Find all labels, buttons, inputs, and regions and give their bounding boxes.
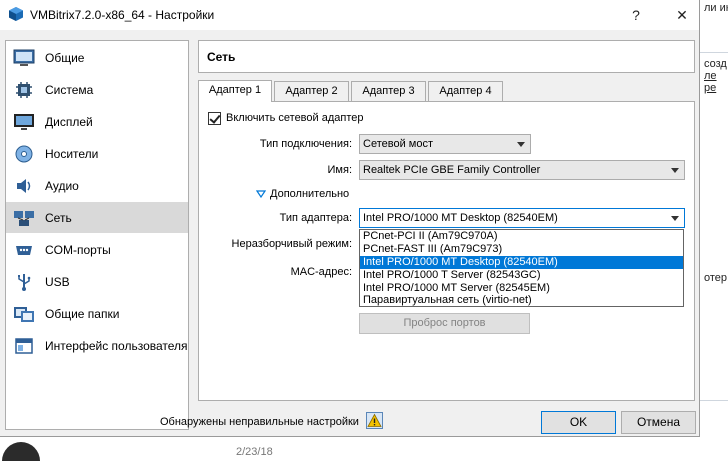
tab-adapter-2[interactable]: Адаптер 2	[274, 81, 349, 101]
system-chip-icon	[13, 79, 35, 101]
background-text: ре	[704, 82, 717, 94]
background-window-fragment: ли ине созд ле ре отер	[700, 0, 728, 461]
invalid-settings-text: Обнаружены неправильные настройки	[160, 416, 359, 428]
help-button[interactable]: ?	[622, 3, 650, 27]
background-text: созд	[704, 58, 727, 70]
settings-dialog: VMBitrix7.2.0-x86_64 - Настройки ? ✕ Общ…	[0, 0, 700, 437]
adapter-type-value: Intel PRO/1000 MT Desktop (82540EM)	[363, 212, 558, 224]
sidebar-item-label: Дисплей	[45, 114, 93, 129]
storage-disc-icon	[13, 143, 35, 165]
adapter-type-option[interactable]: Паравиртуальная сеть (virtio-net)	[360, 294, 683, 307]
tab-adapter-1[interactable]: Адаптер 1	[198, 80, 272, 102]
sidebar-item-label: Носители	[45, 146, 99, 161]
background-divider	[700, 52, 728, 53]
attached-to-select[interactable]: Сетевой мост	[359, 134, 531, 154]
general-icon	[13, 47, 35, 69]
shared-folder-icon	[13, 303, 35, 325]
port-forwarding-button[interactable]: Проброс портов	[359, 313, 530, 334]
sidebar-item-audio[interactable]: Аудио	[6, 170, 188, 201]
enable-adapter-checkbox[interactable]	[208, 112, 221, 125]
serial-port-icon	[13, 239, 35, 261]
sidebar-item-serial-ports[interactable]: COM-порты	[6, 234, 188, 265]
mac-address-label: MAC-адрес:	[290, 266, 352, 278]
background-text: ли ине	[704, 2, 728, 14]
attached-to-label: Тип подключения:	[259, 138, 352, 150]
enable-adapter-label[interactable]: Включить сетевой адаптер	[226, 112, 363, 124]
display-monitor-icon	[13, 111, 35, 133]
section-header: Сеть	[198, 40, 695, 73]
sidebar-item-network[interactable]: Сеть	[6, 202, 188, 233]
name-label: Имя:	[327, 164, 352, 176]
invalid-settings-warning-icon[interactable]	[366, 412, 383, 429]
cancel-button[interactable]: Отмена	[621, 411, 696, 434]
sidebar-item-label: Общие	[45, 50, 85, 65]
background-text: ле	[704, 70, 717, 82]
background-date: 2/23/18	[236, 446, 273, 458]
chevron-down-icon	[517, 142, 525, 147]
adapter-type-label: Тип адаптера:	[279, 212, 352, 224]
tab-adapter-3[interactable]: Адаптер 3	[351, 81, 426, 101]
close-button[interactable]: ✕	[668, 3, 696, 27]
tab-adapter-4[interactable]: Адаптер 4	[428, 81, 503, 101]
background-avatar	[2, 442, 40, 461]
attached-to-value: Сетевой мост	[363, 138, 433, 150]
title-bar: VMBitrix7.2.0-x86_64 - Настройки ? ✕	[0, 0, 699, 30]
chevron-down-icon	[671, 168, 679, 173]
adapter-name-value: Realtek PCIe GBE Family Controller	[363, 164, 541, 176]
adapter-name-select[interactable]: Realtek PCIe GBE Family Controller	[359, 160, 685, 180]
sidebar-item-storage[interactable]: Носители	[6, 138, 188, 169]
sidebar-item-label: COM-порты	[45, 242, 111, 257]
page-title: Сеть	[207, 50, 236, 64]
sidebar-item-user-interface[interactable]: Интерфейс пользователя	[6, 330, 188, 361]
network-icon	[13, 207, 35, 229]
adapter-type-option-selected[interactable]: Intel PRO/1000 MT Desktop (82540EM)	[360, 256, 683, 269]
sidebar-item-label: Аудио	[45, 178, 79, 193]
advanced-toggle-label[interactable]: Дополнительно	[270, 188, 349, 200]
sidebar-item-display[interactable]: Дисплей	[6, 106, 188, 137]
sidebar-item-system[interactable]: Система	[6, 74, 188, 105]
sidebar-item-shared-folders[interactable]: Общие папки	[6, 298, 188, 329]
adapter-type-option[interactable]: PCnet-FAST III (Am79C973)	[360, 243, 683, 256]
sidebar-item-label: Общие папки	[45, 306, 120, 321]
settings-sidebar: Общие Система Дисплей Носители Аудио Сет…	[5, 40, 189, 430]
virtualbox-icon	[9, 7, 23, 21]
audio-speaker-icon	[13, 175, 35, 197]
background-divider	[700, 400, 728, 401]
window-title: VMBitrix7.2.0-x86_64 - Настройки	[30, 8, 215, 22]
sidebar-item-general[interactable]: Общие	[6, 42, 188, 73]
sidebar-item-label: Сеть	[45, 210, 72, 225]
sidebar-item-label: Система	[45, 82, 94, 97]
adapter-type-dropdown: PCnet-PCI II (Am79C970A) PCnet-FAST III …	[359, 229, 684, 307]
background-window-fragment: 2/23/18	[0, 437, 700, 461]
ok-button[interactable]: OK	[541, 411, 616, 434]
sidebar-item-label: Интерфейс пользователя	[45, 338, 188, 353]
background-text: отер	[704, 272, 728, 284]
expand-triangle-icon[interactable]	[256, 190, 266, 198]
usb-icon	[13, 271, 35, 293]
chevron-down-icon	[671, 216, 679, 221]
sidebar-item-label: USB	[45, 274, 70, 289]
user-interface-icon	[13, 335, 35, 357]
adapter-type-select[interactable]: Intel PRO/1000 MT Desktop (82540EM)	[359, 208, 685, 228]
adapter-type-option[interactable]: PCnet-PCI II (Am79C970A)	[360, 230, 683, 243]
sidebar-item-usb[interactable]: USB	[6, 266, 188, 297]
promiscuous-mode-label: Неразборчивый режим:	[231, 238, 352, 250]
adapter-type-option[interactable]: Intel PRO/1000 T Server (82543GC)	[360, 269, 683, 282]
